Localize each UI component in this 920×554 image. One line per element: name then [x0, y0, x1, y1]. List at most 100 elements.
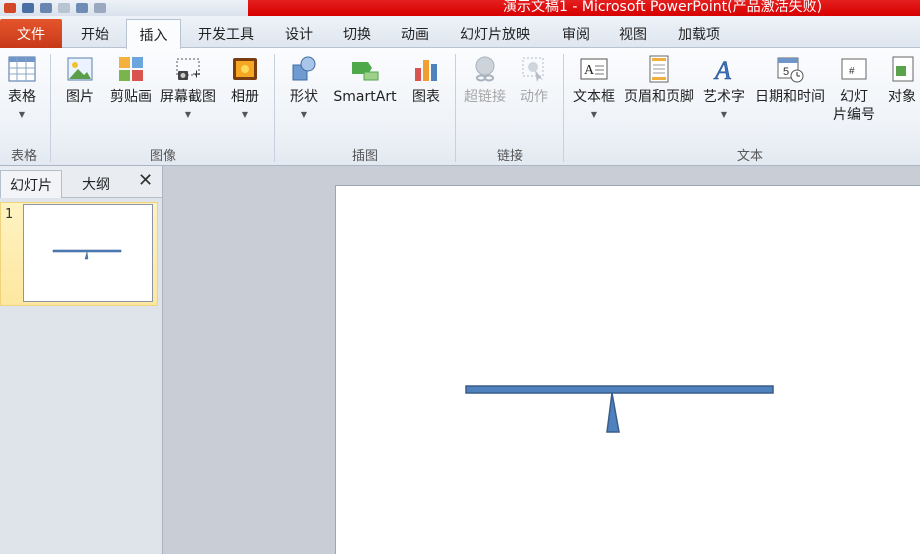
undo-icon[interactable]: [40, 3, 52, 13]
object-button[interactable]: 对象: [884, 54, 920, 106]
picture-icon: [67, 57, 93, 81]
slides-panel: 幻灯片 大纲 ✕ 1: [0, 166, 163, 554]
save-icon[interactable]: [22, 3, 34, 13]
tab-developer[interactable]: 开发工具: [188, 19, 264, 48]
table-button[interactable]: 表格 ▼: [4, 54, 40, 120]
dropdown-arrow-icon: ▼: [720, 110, 728, 119]
svg-text:A: A: [584, 63, 595, 78]
svg-text:A: A: [713, 56, 731, 84]
tab-review[interactable]: 审阅: [553, 19, 599, 48]
screenshot-icon: [176, 58, 200, 80]
clipart-button[interactable]: 剪贴画: [107, 54, 155, 106]
wordart-button[interactable]: A 艺术字 ▼: [700, 54, 748, 120]
table-icon: [8, 56, 36, 82]
header-footer-button[interactable]: 页眉和页脚: [621, 54, 697, 106]
panel-tab-bar: 幻灯片 大纲 ✕: [0, 166, 162, 198]
textbox-label: 文本框: [573, 89, 615, 105]
tab-slides[interactable]: 幻灯片: [0, 170, 62, 198]
header-footer-icon: [649, 55, 669, 83]
tab-file[interactable]: 文件: [0, 19, 62, 48]
dropdown-arrow-icon: ▼: [18, 110, 26, 119]
redo-icon[interactable]: [58, 3, 70, 13]
group-tables-label: 表格: [10, 149, 37, 164]
smartart-button[interactable]: SmartArt: [330, 54, 400, 106]
slide-number: 1: [5, 207, 14, 222]
shapes-label: 形状: [290, 89, 318, 105]
svg-text:5: 5: [783, 66, 789, 78]
tab-outline[interactable]: 大纲: [66, 170, 126, 198]
picture-button[interactable]: 图片: [60, 54, 100, 106]
action-icon: [522, 57, 544, 82]
slide-number-label-line1: 幻灯: [840, 89, 868, 105]
tab-transitions[interactable]: 切换: [334, 19, 380, 48]
chart-icon: [415, 60, 437, 81]
shapes-button[interactable]: 形状 ▼: [285, 54, 323, 120]
textbox-icon: A: [580, 58, 608, 80]
tab-design[interactable]: 设计: [276, 19, 322, 48]
photo-album-icon: [233, 58, 257, 80]
clipart-icon: [119, 57, 143, 81]
slide-editing-area: [164, 166, 920, 554]
slide-number-label-line2: 片编号: [833, 107, 875, 123]
hyperlink-icon: [475, 56, 495, 82]
dropdown-arrow-icon: ▼: [590, 110, 598, 119]
datetime-button[interactable]: 5 日期和时间: [751, 54, 829, 106]
dropdown-arrow-icon: ▼: [184, 110, 192, 119]
title-bar: 演示文稿1 - Microsoft PowerPoint(产品激活失败): [0, 0, 920, 16]
action-label: 动作: [520, 89, 548, 105]
svg-text:#: #: [849, 66, 855, 77]
picture-label: 图片: [66, 89, 94, 105]
close-pane-icon[interactable]: ✕: [138, 170, 153, 191]
tab-insert[interactable]: 插入: [126, 19, 181, 49]
tab-addins[interactable]: 加载项: [668, 19, 730, 48]
group-illustrations-label: 插图: [351, 149, 378, 164]
calendar-clock-icon: 5: [777, 57, 804, 83]
action-button[interactable]: 动作: [516, 54, 552, 106]
ribbon-tab-row: 文件 开始 插入 开发工具 设计 切换 动画 幻灯片放映 审阅 视图 加载项: [0, 16, 920, 49]
chart-button[interactable]: 图表: [408, 54, 444, 106]
shapes-icon: [292, 56, 316, 81]
group-divider: [50, 54, 51, 162]
tab-home[interactable]: 开始: [70, 19, 120, 48]
hyperlink-button[interactable]: 超链接: [460, 54, 510, 106]
dropdown-arrow-icon: ▼: [300, 110, 308, 119]
wordart-label: 艺术字: [703, 89, 745, 105]
new-icon[interactable]: [76, 3, 88, 13]
slide-canvas[interactable]: [335, 185, 920, 554]
chart-label: 图表: [412, 89, 440, 105]
smartart-label: SmartArt: [333, 89, 397, 105]
hyperlink-label: 超链接: [464, 89, 506, 105]
seesaw-fulcrum[interactable]: [606, 392, 620, 433]
slide-thumbnail[interactable]: [23, 204, 153, 302]
tab-animations[interactable]: 动画: [392, 19, 438, 48]
textbox-button[interactable]: A 文本框 ▼: [568, 54, 620, 120]
datetime-label: 日期和时间: [755, 89, 825, 105]
ribbon-insert: 表格 ▼ 表格 图片 剪贴画 屏幕截图 ▼ 相册 ▼ 图像 形状 ▼ Smart…: [0, 48, 920, 166]
group-text-label: 文本: [736, 149, 763, 164]
group-links-label: 链接: [496, 149, 523, 164]
wordart-icon: A: [713, 56, 732, 84]
table-label: 表格: [8, 89, 36, 105]
tab-slideshow[interactable]: 幻灯片放映: [450, 19, 540, 48]
screenshot-button[interactable]: 屏幕截图 ▼: [158, 54, 218, 120]
clipart-label: 剪贴画: [110, 89, 152, 105]
quick-access-toolbar: [0, 0, 248, 16]
thumbnail-seesaw-shape: [52, 249, 122, 260]
tab-view[interactable]: 视图: [610, 19, 656, 48]
header-footer-label: 页眉和页脚: [624, 89, 694, 105]
object-icon: [892, 56, 914, 82]
group-divider: [274, 54, 275, 162]
slide-shapes: [465, 385, 774, 433]
window-title: 演示文稿1 - Microsoft PowerPoint(产品激活失败): [503, 0, 823, 15]
app-logo-icon: [4, 3, 16, 13]
slide-thumbnail-item[interactable]: 1: [0, 202, 158, 306]
album-button[interactable]: 相册 ▼: [226, 54, 264, 120]
customize-icon[interactable]: [94, 3, 106, 13]
group-images-label: 图像: [149, 149, 176, 164]
slide-number-button[interactable]: # 幻灯 片编号: [832, 54, 876, 124]
smartart-icon: [352, 62, 379, 81]
seesaw-plank[interactable]: [465, 385, 774, 394]
album-label: 相册: [231, 89, 259, 105]
slide-number-icon: #: [841, 58, 867, 80]
screenshot-label: 屏幕截图: [160, 89, 216, 105]
